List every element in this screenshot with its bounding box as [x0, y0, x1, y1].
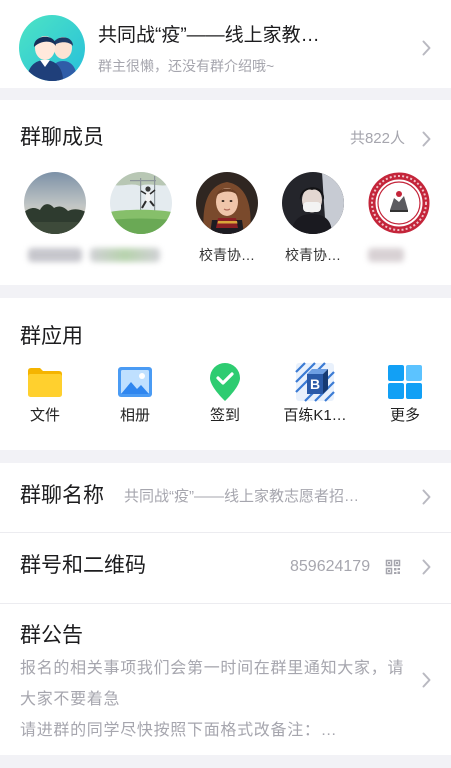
group-name-value: 共同战“疫”——线上家教志愿者招… — [124, 488, 359, 505]
group-profile-header[interactable]: 共同战“疫”——线上家教… 群主很懒，还没有群介绍哦~ — [0, 0, 451, 88]
chevron-right-icon — [422, 131, 431, 147]
group-number-value: 859624179 — [290, 558, 371, 575]
group-title: 共同战“疫”——线上家教… — [98, 25, 320, 46]
member-avatar — [368, 172, 430, 234]
member-avatar — [110, 172, 172, 234]
photo-album-icon — [118, 367, 152, 397]
member-item[interactable] — [12, 172, 98, 267]
group-description: 群主很懒，还没有群介绍哦~ — [98, 58, 275, 74]
member-item[interactable]: 校青协… — [184, 172, 270, 267]
group-number-row[interactable]: 群号和二维码 859624179 — [0, 533, 451, 603]
group-avatar — [19, 15, 85, 81]
app-label: 文件 — [29, 407, 60, 424]
member-avatar — [196, 172, 258, 234]
app-check-in[interactable]: 签到 — [180, 356, 270, 436]
announcement-text: 报名的相关事项我们会第一时间在群里通知大家，请大家不要着急 — [20, 660, 405, 708]
app-label: 更多 — [389, 407, 420, 424]
more-apps-icon — [388, 365, 422, 399]
folder-icon — [28, 368, 62, 397]
app-album[interactable]: 相册 — [90, 356, 180, 436]
blurred-member-name — [90, 248, 160, 262]
group-apps-section: 群应用 文件 相册 签到 B 百练K1… 更多 — [0, 298, 451, 450]
app-label: 签到 — [209, 407, 240, 424]
member-item[interactable]: 校青协… — [270, 172, 356, 267]
svg-text:B: B — [310, 376, 320, 392]
chevron-right-icon — [422, 489, 431, 505]
chevron-right-icon — [422, 672, 431, 688]
app-more[interactable]: 更多 — [360, 356, 450, 436]
announcement-text: 请进群的同学尽快按照下面格式改备注：… — [20, 722, 338, 739]
chevron-right-icon — [422, 40, 431, 56]
app-bailian[interactable]: B 百练K1… — [270, 356, 360, 436]
check-in-pin-icon — [210, 363, 240, 401]
blurred-member-name — [28, 248, 82, 262]
member-count: 共822人 — [349, 130, 405, 147]
members-title: 群聊成员 — [20, 126, 104, 149]
qr-code-icon — [385, 559, 401, 575]
group-number-label: 群号和二维码 — [20, 554, 146, 577]
member-name: 校青协… — [285, 247, 341, 263]
member-item[interactable] — [90, 172, 184, 267]
announcement-title: 群公告 — [20, 624, 83, 647]
member-name: 校青协… — [199, 247, 255, 263]
group-name-row[interactable]: 群聊名称 共同战“疫”——线上家教志愿者招… — [0, 463, 451, 532]
member-item[interactable] — [356, 172, 442, 267]
bailian-app-icon: B — [295, 362, 335, 402]
app-label: 相册 — [119, 407, 150, 424]
apps-title: 群应用 — [20, 325, 83, 348]
chevron-right-icon — [422, 559, 431, 575]
app-files[interactable]: 文件 — [0, 356, 90, 436]
announcement-section[interactable]: 群公告 报名的相关事项我们会第一时间在群里通知大家，请大家不要着急 请进群的同学… — [0, 604, 451, 755]
members-header[interactable]: 群聊成员 共822人 — [0, 100, 451, 164]
group-name-label: 群聊名称 — [20, 484, 104, 507]
blurred-member-name — [368, 248, 404, 262]
member-avatar — [282, 172, 344, 234]
app-label: 百练K1… — [283, 407, 347, 424]
member-avatar — [24, 172, 86, 234]
members-section: 群聊成员 共822人 校青协… 校青协… — [0, 100, 451, 285]
